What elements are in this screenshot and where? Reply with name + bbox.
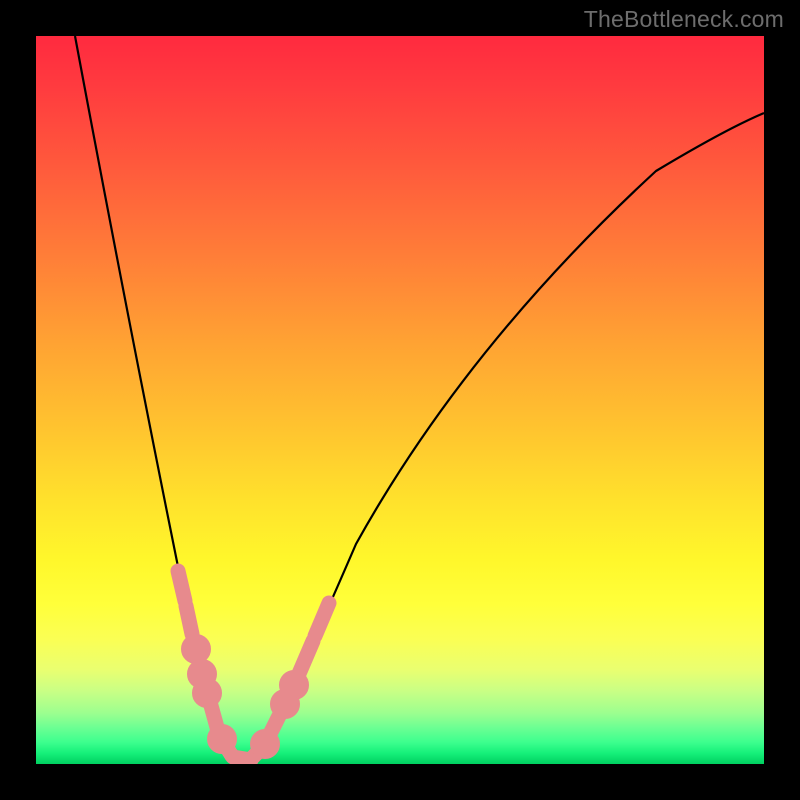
curve-right-branch <box>255 113 764 764</box>
chart-frame: TheBottleneck.com <box>0 0 800 800</box>
marker-dot <box>189 642 204 657</box>
watermark-text: TheBottleneck.com <box>584 6 784 33</box>
marker-capsule <box>186 606 192 634</box>
marker-capsule <box>268 714 280 738</box>
marker-layer <box>178 571 329 760</box>
plot-area <box>36 36 764 764</box>
chart-svg <box>36 36 764 764</box>
curve-left-branch <box>75 36 238 764</box>
marker-capsule <box>178 571 185 601</box>
marker-capsule <box>315 603 329 636</box>
marker-capsule <box>298 641 313 676</box>
